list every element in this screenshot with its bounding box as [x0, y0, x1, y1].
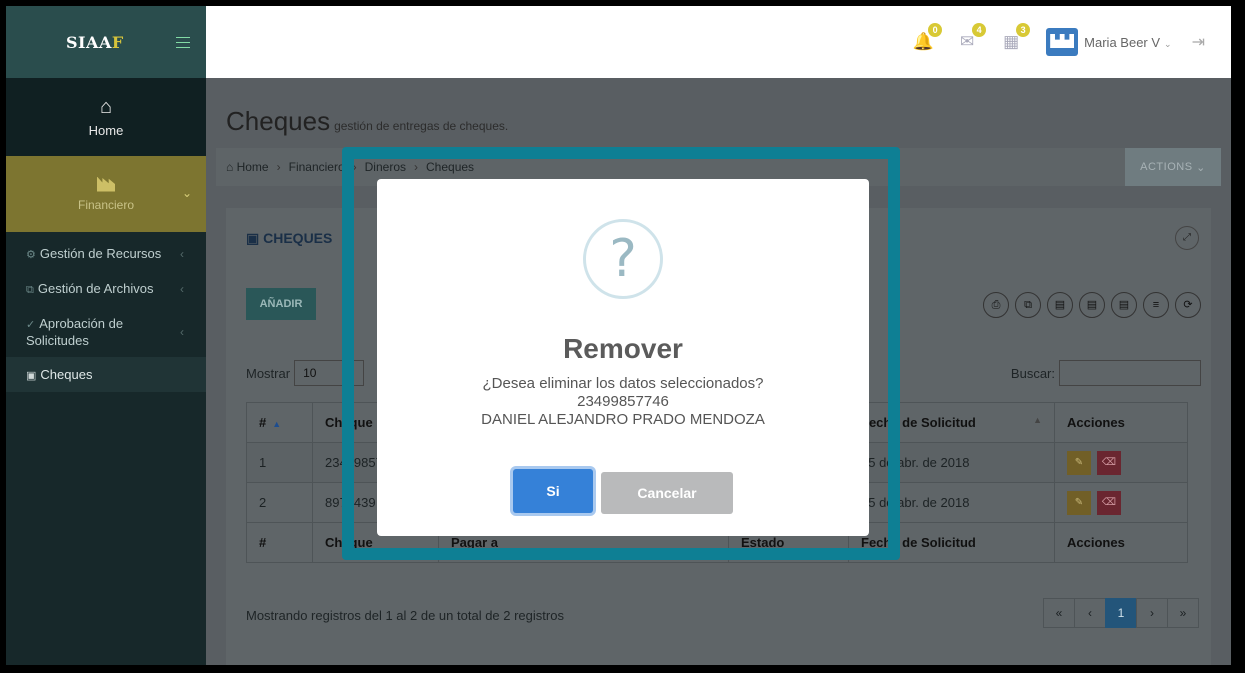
sort-asc-icon: ▲: [272, 419, 282, 429]
delete-button[interactable]: ⌫: [1097, 450, 1121, 475]
column-footer: #: [246, 522, 313, 563]
gears-icon: ⚙: [26, 249, 36, 261]
tasks-badge: 3: [1016, 23, 1031, 37]
notifications-badge: 0: [928, 23, 943, 37]
edit-button[interactable]: ✎: [1067, 450, 1091, 475]
export-toolbar: ⎙ ⧉ ▤ ▤ ▤ ≡ ⟳: [983, 292, 1201, 318]
print-icon[interactable]: ⎙: [983, 292, 1009, 318]
delete-button[interactable]: ⌫: [1097, 490, 1121, 515]
pdf-icon[interactable]: ▤: [1047, 292, 1073, 318]
sidebar: SIAAF ⌂ Home Financiero ⌄ ⚙ Gestión de Re…: [6, 6, 206, 665]
remove-dialog: ? Remover ¿Desea eliminar los datos sele…: [377, 179, 869, 536]
brand-bar: SIAAF: [6, 6, 206, 78]
chevron-down-icon: ⌄: [1164, 38, 1172, 49]
check-icon: ✓: [26, 319, 36, 331]
table-info: Mostrando registros del 1 al 2 de un tot…: [246, 608, 564, 623]
page-title: Cheques gestión de entregas de cheques.: [226, 106, 509, 136]
page-prev-button[interactable]: ‹: [1074, 598, 1106, 628]
app-logo[interactable]: SIAAF: [66, 33, 124, 52]
dialog-title: Remover: [563, 333, 683, 364]
breadcrumb-home[interactable]: Home: [237, 160, 269, 174]
page-current-button[interactable]: 1: [1105, 598, 1137, 628]
column-header: Acciones: [1054, 402, 1188, 443]
sidebar-item-cheques[interactable]: ▣ Cheques: [6, 357, 206, 392]
excel-icon[interactable]: ▤: [1079, 292, 1105, 318]
columns-icon[interactable]: ≡: [1143, 292, 1169, 318]
factory-icon: [97, 176, 115, 192]
dialog-name: DANIEL ALEJANDRO PRADO MENDOZA: [481, 411, 765, 428]
question-icon: ?: [583, 219, 663, 299]
chevron-left-icon: ‹: [180, 247, 184, 261]
dialog-message: ¿Desea eliminar los datos seleccionados?…: [377, 375, 869, 429]
page-next-button[interactable]: ›: [1136, 598, 1168, 628]
pagination: « ‹ 1 › »: [1043, 598, 1199, 628]
money-icon: ▣: [26, 370, 37, 382]
sort-icon: ▲: [1033, 415, 1042, 425]
envelope-icon[interactable]: ✉ 4: [956, 23, 987, 53]
logout-icon[interactable]: ⇥: [1192, 32, 1205, 52]
menu-toggle-icon[interactable]: [176, 36, 190, 48]
refresh-icon[interactable]: ⟳: [1175, 292, 1201, 318]
dialog-code: 23499857746: [577, 393, 669, 410]
add-button[interactable]: AÑADIR: [246, 288, 316, 320]
avatar[interactable]: [1046, 28, 1079, 56]
chevron-down-icon: ⌄: [181, 186, 192, 200]
copy-icon: ⧉: [26, 284, 34, 296]
chevron-left-icon: ‹: [180, 325, 184, 339]
sidebar-item-label: Home: [88, 122, 124, 138]
actions-button[interactable]: ACTIONS ⌄: [1125, 148, 1221, 186]
breadcrumb-financiero[interactable]: Financiero: [289, 160, 345, 174]
sidebar-submenu: ⚙ Gestión de Recursos ‹ ⧉ Gestión de Archi…: [6, 232, 206, 392]
page-subtitle: gestión de entregas de cheques.: [334, 119, 509, 133]
topbar: 🔔 0 ✉ 4 ▦ 3 Maria Beer V ⌄ ⇥: [206, 6, 1231, 78]
home-icon: ⌂: [99, 95, 113, 118]
sidebar-item-archivos[interactable]: ⧉ Gestión de Archivos ‹: [6, 271, 206, 306]
user-menu[interactable]: Maria Beer V ⌄: [1084, 35, 1171, 50]
search: Buscar:: [1011, 360, 1201, 386]
app-window: SIAAF ⌂ Home Financiero ⌄ ⚙ Gestión de Re…: [6, 6, 1231, 665]
dialog-question: ¿Desea eliminar los datos seleccionados?: [482, 375, 764, 392]
confirm-button[interactable]: Si: [513, 469, 593, 513]
chevron-left-icon: ‹: [180, 282, 184, 296]
messages-badge: 4: [972, 23, 987, 37]
sidebar-item-aprobacion[interactable]: ✓ Aprobación de Solicitudes ‹: [6, 306, 206, 357]
sidebar-item-financiero[interactable]: Financiero ⌄: [6, 156, 206, 232]
cancel-button[interactable]: Cancelar: [601, 472, 733, 514]
expand-icon[interactable]: ⤢: [1175, 226, 1199, 250]
csv-icon[interactable]: ▤: [1111, 292, 1137, 318]
home-outline-icon: ⌂: [226, 160, 234, 174]
bell-icon[interactable]: 🔔 0: [912, 23, 943, 53]
panel-title: ▣ CHEQUES: [246, 230, 333, 246]
sidebar-item-home[interactable]: ⌂ Home: [6, 78, 206, 156]
search-input[interactable]: [1059, 360, 1201, 386]
page-last-button[interactable]: »: [1167, 598, 1199, 628]
calendar-icon[interactable]: ▦ 3: [1000, 23, 1031, 53]
column-header[interactable]: # ▲: [246, 402, 313, 443]
copy-icon[interactable]: ⧉: [1015, 292, 1041, 318]
column-footer: Acciones: [1054, 522, 1188, 563]
sidebar-item-recursos[interactable]: ⚙ Gestión de Recursos ‹: [6, 236, 206, 271]
page-first-button[interactable]: «: [1043, 598, 1075, 628]
edit-button[interactable]: ✎: [1067, 490, 1091, 515]
sidebar-item-label: Financiero: [77, 197, 135, 212]
